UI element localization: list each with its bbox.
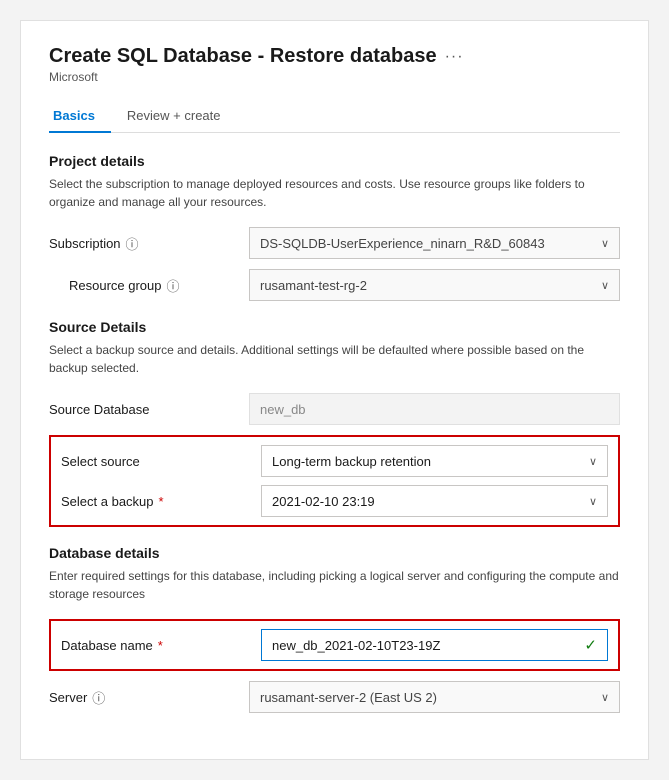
page-subtitle: Microsoft (49, 70, 620, 84)
select-backup-required: * (159, 494, 164, 509)
more-options-icon[interactable]: ··· (445, 48, 464, 66)
subscription-info-icon[interactable]: ⓘ (126, 234, 139, 253)
server-value[interactable]: rusamant-server-2 (East US 2) ∨ (249, 681, 620, 713)
database-name-check-icon: ✓ (584, 636, 597, 654)
database-name-row: Database name * new_db_2021-02-10T23-19Z… (61, 629, 608, 661)
select-source-chevron-icon: ∨ (589, 455, 597, 468)
server-label: Server ⓘ (49, 688, 249, 707)
subscription-row: Subscription ⓘ DS-SQLDB-UserExperience_n… (49, 227, 620, 259)
subscription-value[interactable]: DS-SQLDB-UserExperience_ninarn_R&D_60843… (249, 227, 620, 259)
server-info-icon[interactable]: ⓘ (92, 688, 105, 707)
database-details-desc: Enter required settings for this databas… (49, 567, 620, 603)
resource-group-row: Resource group ⓘ rusamant-test-rg-2 ∨ (49, 269, 620, 301)
resource-group-value[interactable]: rusamant-test-rg-2 ∨ (249, 269, 620, 301)
highlighted-db-name-group: Database name * new_db_2021-02-10T23-19Z… (49, 619, 620, 671)
select-source-row: Select source Long-term backup retention… (61, 445, 608, 477)
project-details-section: Project details Select the subscription … (49, 153, 620, 301)
server-chevron-icon: ∨ (601, 691, 609, 704)
database-name-label: Database name * (61, 638, 261, 653)
database-name-input[interactable]: new_db_2021-02-10T23-19Z ✓ (261, 629, 608, 661)
select-backup-chevron-icon: ∨ (589, 495, 597, 508)
select-backup-label: Select a backup * (61, 494, 261, 509)
resource-group-chevron-icon: ∨ (601, 279, 609, 292)
project-details-title: Project details (49, 153, 620, 169)
page-title: Create SQL Database - Restore database (49, 45, 437, 68)
source-details-title: Source Details (49, 319, 620, 335)
main-card: Create SQL Database - Restore database ·… (20, 20, 649, 760)
source-details-desc: Select a backup source and details. Addi… (49, 341, 620, 377)
select-backup-row: Select a backup * 2021-02-10 23:19 ∨ (61, 485, 608, 517)
database-details-section: Database details Enter required settings… (49, 545, 620, 713)
select-source-label: Select source (61, 454, 261, 469)
resource-group-label: Resource group ⓘ (49, 276, 249, 295)
database-name-required: * (158, 638, 163, 653)
select-backup-value[interactable]: 2021-02-10 23:19 ∨ (261, 485, 608, 517)
tab-basics[interactable]: Basics (49, 100, 111, 133)
tab-bar: Basics Review + create (49, 100, 620, 133)
source-database-row: Source Database new_db (49, 393, 620, 425)
subscription-label: Subscription ⓘ (49, 234, 249, 253)
resource-group-info-icon[interactable]: ⓘ (167, 276, 180, 295)
source-database-label: Source Database (49, 402, 249, 417)
source-details-section: Source Details Select a backup source an… (49, 319, 620, 527)
subscription-chevron-icon: ∨ (601, 237, 609, 250)
server-row: Server ⓘ rusamant-server-2 (East US 2) ∨ (49, 681, 620, 713)
source-database-value: new_db (249, 393, 620, 425)
highlighted-source-group: Select source Long-term backup retention… (49, 435, 620, 527)
tab-review-create[interactable]: Review + create (111, 100, 237, 133)
project-details-desc: Select the subscription to manage deploy… (49, 175, 620, 211)
database-details-title: Database details (49, 545, 620, 561)
select-source-value[interactable]: Long-term backup retention ∨ (261, 445, 608, 477)
